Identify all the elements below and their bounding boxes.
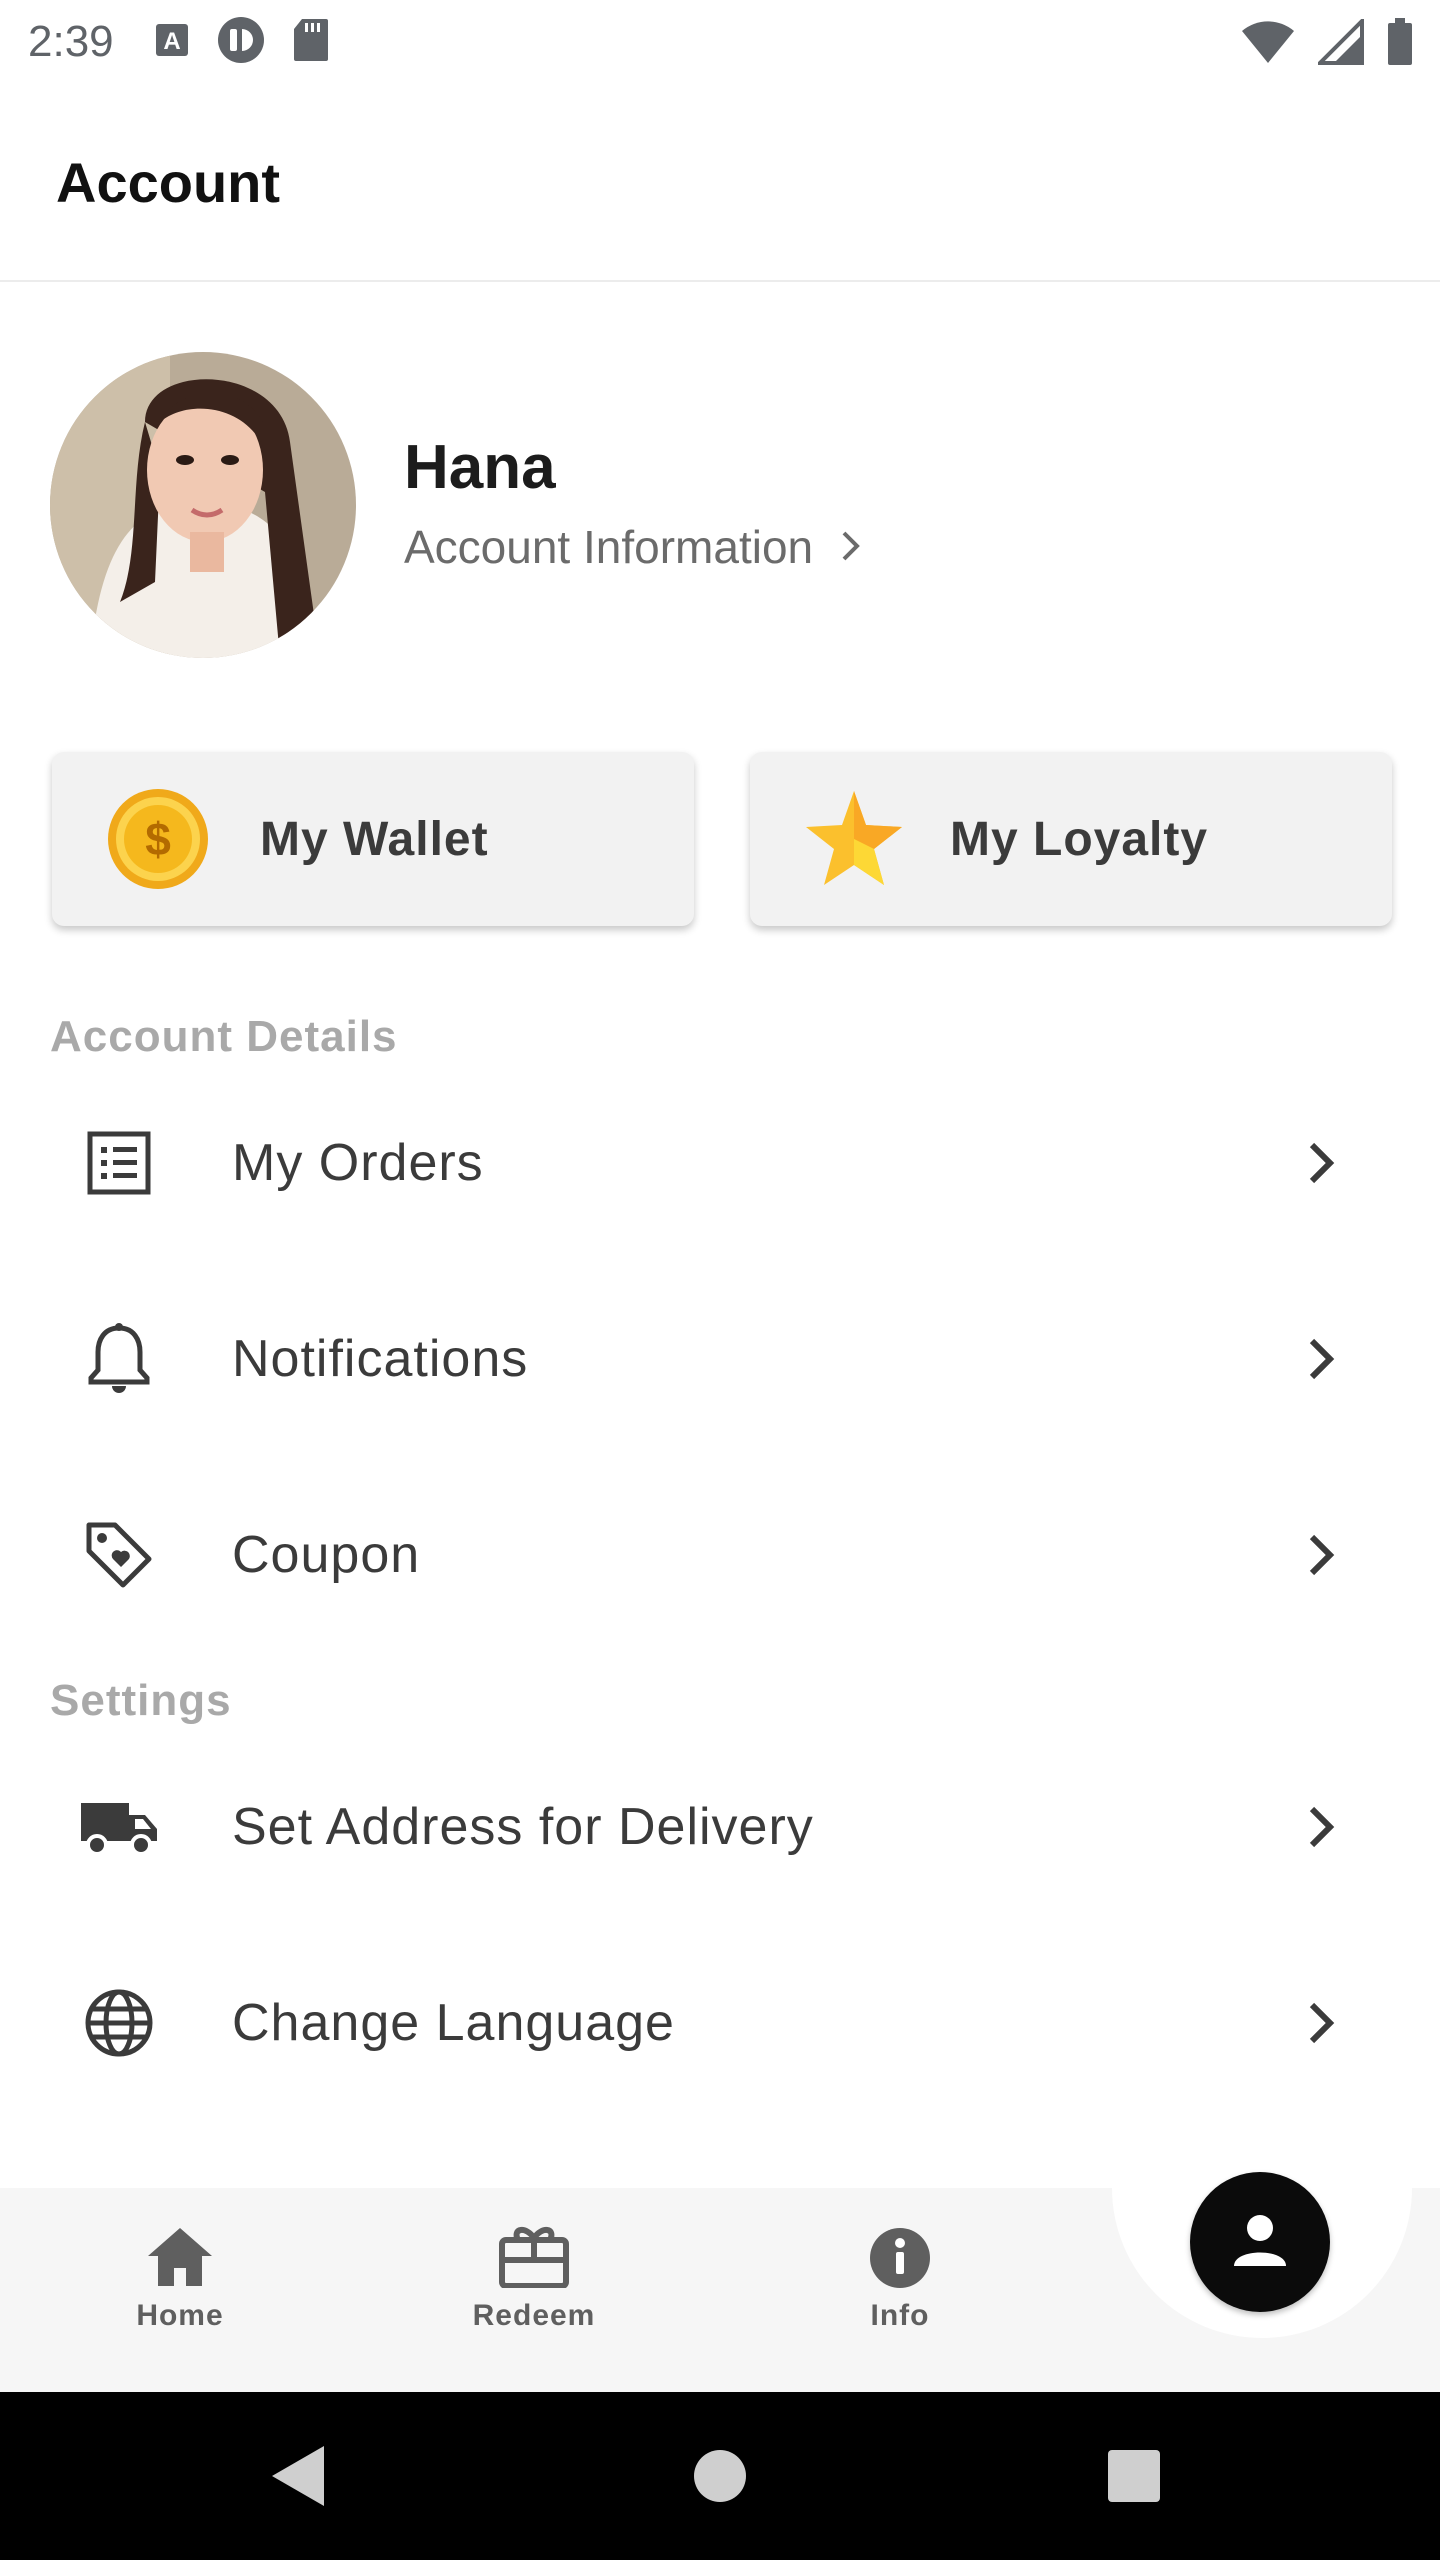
section-header-settings: Settings xyxy=(50,1676,232,1725)
nav-tab-info[interactable]: Info xyxy=(800,2224,1000,2333)
signal-icon xyxy=(1315,16,1364,70)
section-header-account-details: Account Details xyxy=(50,1012,398,1061)
menu-item-my-orders[interactable]: My Orders xyxy=(0,1088,1440,1238)
home-circle-icon[interactable] xyxy=(684,2440,756,2512)
svg-text:A: A xyxy=(163,28,180,55)
menu-label-change-language: Change Language xyxy=(232,1994,675,2052)
menu-item-change-language[interactable]: Change Language xyxy=(0,1948,1440,2098)
my-wallet-button[interactable]: $ My Wallet xyxy=(52,752,694,926)
gold-coin-icon: $ xyxy=(106,787,210,891)
avatar[interactable] xyxy=(50,352,356,658)
wifi-icon xyxy=(1240,19,1296,70)
receipt-list-icon xyxy=(76,1120,162,1206)
clock-badge-icon xyxy=(216,15,266,70)
status-left-icons: A xyxy=(154,15,330,70)
chevron-right-icon xyxy=(1296,1530,1346,1580)
app-header: Account xyxy=(0,84,1440,282)
menu-label-coupon: Coupon xyxy=(232,1526,421,1584)
svg-text:$: $ xyxy=(145,813,171,865)
nav-label-redeem: Redeem xyxy=(472,2299,596,2332)
account-fab-button[interactable] xyxy=(1190,2172,1330,2312)
delivery-truck-icon xyxy=(76,1784,162,1870)
page-title: Account xyxy=(56,151,280,214)
menu-label-set-address: Set Address for Delivery xyxy=(232,1798,814,1856)
gold-star-icon xyxy=(802,787,906,891)
menu-label-my-orders: My Orders xyxy=(232,1134,484,1192)
account-information-label: Account Information xyxy=(404,521,814,573)
globe-icon xyxy=(76,1980,162,2066)
my-loyalty-label: My Loyalty xyxy=(950,812,1209,866)
menu-item-set-address[interactable]: Set Address for Delivery xyxy=(0,1752,1440,1902)
tag-heart-icon xyxy=(76,1512,162,1598)
home-icon xyxy=(144,2224,216,2293)
nav-tab-home[interactable]: Home xyxy=(80,2224,280,2333)
status-time: 2:39 xyxy=(28,17,114,66)
account-information-link[interactable]: Account Information xyxy=(404,520,863,574)
menu-item-coupon[interactable]: Coupon xyxy=(0,1480,1440,1630)
nav-label-info: Info xyxy=(870,2299,930,2332)
battery-icon xyxy=(1386,18,1414,71)
nav-label-home: Home xyxy=(136,2299,224,2332)
status-bar: 2:39 A xyxy=(0,0,1440,84)
chevron-right-icon xyxy=(1296,1138,1346,1188)
person-icon xyxy=(1228,2208,1292,2277)
bell-icon xyxy=(76,1316,162,1402)
my-wallet-label: My Wallet xyxy=(260,812,489,866)
chevron-right-icon xyxy=(1296,1334,1346,1384)
back-triangle-icon[interactable] xyxy=(262,2440,334,2512)
my-loyalty-button[interactable]: My Loyalty xyxy=(750,752,1392,926)
system-navigation-bar xyxy=(0,2392,1440,2560)
chevron-right-icon xyxy=(1296,1802,1346,1852)
status-right-icons xyxy=(1240,16,1414,71)
info-icon xyxy=(864,2224,936,2293)
keyboard-a-icon: A xyxy=(154,22,190,63)
recents-square-icon[interactable] xyxy=(1098,2440,1170,2512)
profile-name: Hana xyxy=(404,433,556,502)
menu-item-notifications[interactable]: Notifications xyxy=(0,1284,1440,1434)
gift-icon xyxy=(498,2224,570,2293)
chevron-right-icon xyxy=(839,520,863,574)
nav-tab-redeem[interactable]: Redeem xyxy=(434,2224,634,2333)
sd-card-icon xyxy=(292,17,330,68)
menu-label-notifications: Notifications xyxy=(232,1330,529,1388)
chevron-right-icon xyxy=(1296,1998,1346,2048)
